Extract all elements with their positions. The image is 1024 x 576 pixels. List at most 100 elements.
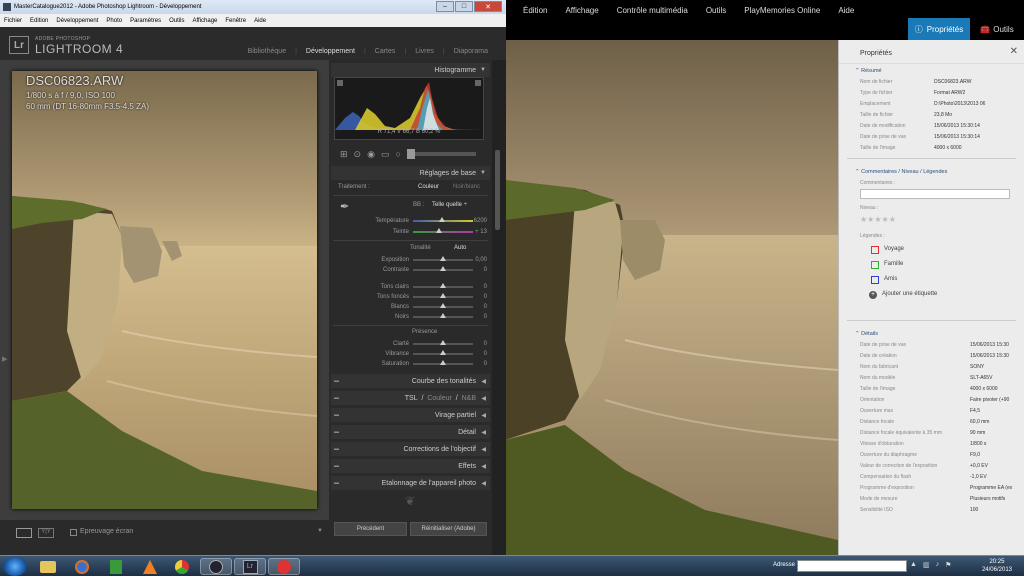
menu-photo[interactable]: Photo — [106, 18, 122, 24]
lens-corrections-header[interactable]: ▬ Corrections de l'objectif ◀ — [331, 442, 490, 456]
red-eye-icon[interactable]: ◉ — [367, 149, 375, 160]
blacks-slider[interactable]: Noirs 0 — [333, 312, 488, 322]
adjustment-brush-icon[interactable]: ○ — [395, 149, 400, 159]
tool-strip: ⊞ ⊙ ◉ ▭ ○ — [334, 145, 484, 163]
menu-file[interactable]: Fichier — [4, 18, 22, 24]
exposure-slider[interactable]: Exposition 0,00 — [333, 255, 488, 265]
saturation-slider[interactable]: Saturation 0 — [333, 359, 488, 369]
bg-menu-edit[interactable]: Édition — [523, 6, 547, 15]
module-map[interactable]: Cartes — [375, 48, 396, 55]
menu-window[interactable]: Fenêtre — [225, 18, 246, 24]
menu-settings[interactable]: Paramètres — [130, 18, 161, 24]
clarity-slider[interactable]: Clarté 0 — [333, 339, 488, 349]
module-slideshow[interactable]: Diaporama — [454, 48, 488, 55]
close-icon[interactable]: ✕ — [1010, 46, 1018, 57]
volume-icon[interactable]: ♪ — [936, 561, 940, 569]
menu-tools[interactable]: Outils — [169, 18, 184, 24]
firefox-icon[interactable] — [66, 558, 98, 575]
summary-section-title[interactable]: ⌃ Résumé — [839, 64, 1024, 77]
treatment-bw[interactable]: Noir/blanc — [453, 184, 480, 190]
detail-header[interactable]: ▬ Détail ◀ — [331, 425, 490, 439]
loupe-view-icon[interactable] — [16, 528, 32, 538]
lightroom-logo: Lr — [9, 36, 29, 54]
comments-section-title[interactable]: ⌃ Commentaires / Niveau / Légendes — [839, 165, 1024, 178]
scrollbar-thumb[interactable] — [495, 150, 500, 230]
effects-header[interactable]: ▬ Effets ◀ — [331, 459, 490, 473]
system-tray: ▲ ▥ ♪ ⚑ — [910, 561, 951, 569]
tag-amis[interactable]: Amis — [839, 272, 1024, 287]
tint-slider[interactable]: Teinte + 13 — [333, 227, 488, 237]
flag-icon[interactable]: ⚑ — [945, 561, 951, 569]
bg-menu-help[interactable]: Aide — [838, 6, 854, 15]
white-balance-picker-icon[interactable]: ✒ — [340, 200, 354, 214]
right-panel-scrollbar[interactable] — [492, 60, 506, 555]
tag-voyage[interactable]: Voyage — [839, 242, 1024, 257]
comments-input[interactable] — [860, 189, 1010, 199]
maximize-button[interactable]: □ — [455, 1, 473, 12]
spreadsheet-icon[interactable] — [100, 558, 132, 575]
camera-calibration-header[interactable]: ▬ Etalonnage de l'appareil photo ◀ — [331, 476, 490, 490]
left-panel-toggle-icon[interactable]: ▶ — [2, 355, 7, 363]
histogram-header[interactable]: Histogramme ▼ — [331, 63, 490, 77]
vlc-icon[interactable] — [134, 558, 166, 575]
explorer-icon[interactable] — [32, 558, 64, 575]
whites-slider[interactable]: Blancs 0 — [333, 302, 488, 312]
toolbar-menu-icon[interactable]: ▼ — [317, 528, 323, 534]
menu-view[interactable]: Affichage — [192, 18, 217, 24]
reset-button[interactable]: Réinitialiser (Adobe) — [410, 522, 487, 536]
temperature-slider[interactable]: Température 6200 — [333, 216, 488, 226]
vibrance-slider[interactable]: Vibrance 0 — [333, 349, 488, 359]
module-book[interactable]: Livres — [415, 48, 434, 55]
bg-menu-media[interactable]: Contrôle multimédia — [617, 6, 688, 15]
treatment-color[interactable]: Couleur — [418, 184, 439, 190]
tray-expand-icon[interactable]: ▲ — [910, 561, 917, 569]
detail-value: SONY — [970, 364, 985, 370]
tag-famille[interactable]: Famille — [839, 257, 1024, 272]
menu-help[interactable]: Aide — [254, 18, 266, 24]
spot-removal-icon[interactable]: ⊙ — [354, 149, 362, 160]
shadows-slider[interactable]: Tons foncés 0 — [333, 292, 488, 302]
histogram-readout: R 71,4 V 66,7 B 60,2 % — [377, 129, 441, 135]
minimize-button[interactable]: – — [436, 1, 454, 12]
graduated-filter-icon[interactable]: ▭ — [381, 149, 390, 160]
detail-key: Vitesse d'obturation — [860, 441, 904, 447]
details-section-title[interactable]: ⌃ Détails — [839, 327, 1024, 340]
previous-button[interactable]: Précédent — [334, 522, 407, 536]
rating-stars[interactable]: ★★★★★ — [839, 214, 1024, 225]
bg-menu-view[interactable]: Affichage — [565, 6, 598, 15]
wb-select[interactable]: Telle quelle ÷ — [432, 202, 467, 208]
clock[interactable]: 20:25 24/06/2013 — [982, 558, 1012, 574]
module-develop[interactable]: Développement — [306, 48, 355, 55]
tools-button[interactable]: 🧰 Outils — [974, 18, 1020, 40]
crop-icon[interactable]: ⊞ — [340, 149, 348, 160]
develop-photo[interactable]: DSC06823.ARW 1/800 s à f / 9,0, ISO 100 … — [12, 71, 317, 509]
hsl-header[interactable]: ▬ TSL / Couleur / N&B ◀ — [331, 391, 490, 405]
playmemories-taskbar-icon[interactable] — [268, 558, 300, 575]
menu-edit[interactable]: Edition — [30, 18, 48, 24]
network-icon[interactable]: ▥ — [923, 561, 930, 569]
detail-row: Vitesse d'obturation 1/800 s — [839, 439, 1024, 450]
add-tag-button[interactable]: + Ajouter une étiquette — [839, 287, 1024, 302]
divider — [333, 240, 488, 241]
chrome-icon[interactable] — [166, 558, 198, 575]
highlights-slider[interactable]: Tons clairs 0 — [333, 282, 488, 292]
properties-button[interactable]: ⓘ Propriétés — [908, 18, 970, 40]
address-input[interactable] — [797, 560, 907, 572]
detail-key: Nom du modèle — [860, 375, 896, 381]
start-button[interactable] — [3, 557, 27, 576]
tool-slider[interactable] — [406, 149, 476, 159]
tone-curve-header[interactable]: ▬ Courbe des tonalités ◀ — [331, 374, 490, 388]
soft-proof-checkbox[interactable] — [70, 529, 77, 536]
compare-view-icon[interactable]: Y|Y — [38, 528, 54, 538]
bg-menu-playmemories[interactable]: PlayMemories Online — [744, 6, 820, 15]
menu-develop[interactable]: Développement — [56, 18, 98, 24]
close-button[interactable]: ✕ — [474, 1, 502, 12]
tone-auto-button[interactable]: Auto — [454, 245, 466, 251]
split-toning-header[interactable]: ▬ Virage partiel ◀ — [331, 408, 490, 422]
basic-panel-header[interactable]: Réglages de base ▼ — [331, 166, 490, 180]
steam-icon[interactable] — [200, 558, 232, 575]
lightroom-taskbar-icon[interactable]: Lr — [234, 558, 266, 575]
contrast-slider[interactable]: Contraste 0 — [333, 265, 488, 275]
module-library[interactable]: Bibliothèque — [248, 48, 287, 55]
bg-menu-tools[interactable]: Outils — [706, 6, 726, 15]
